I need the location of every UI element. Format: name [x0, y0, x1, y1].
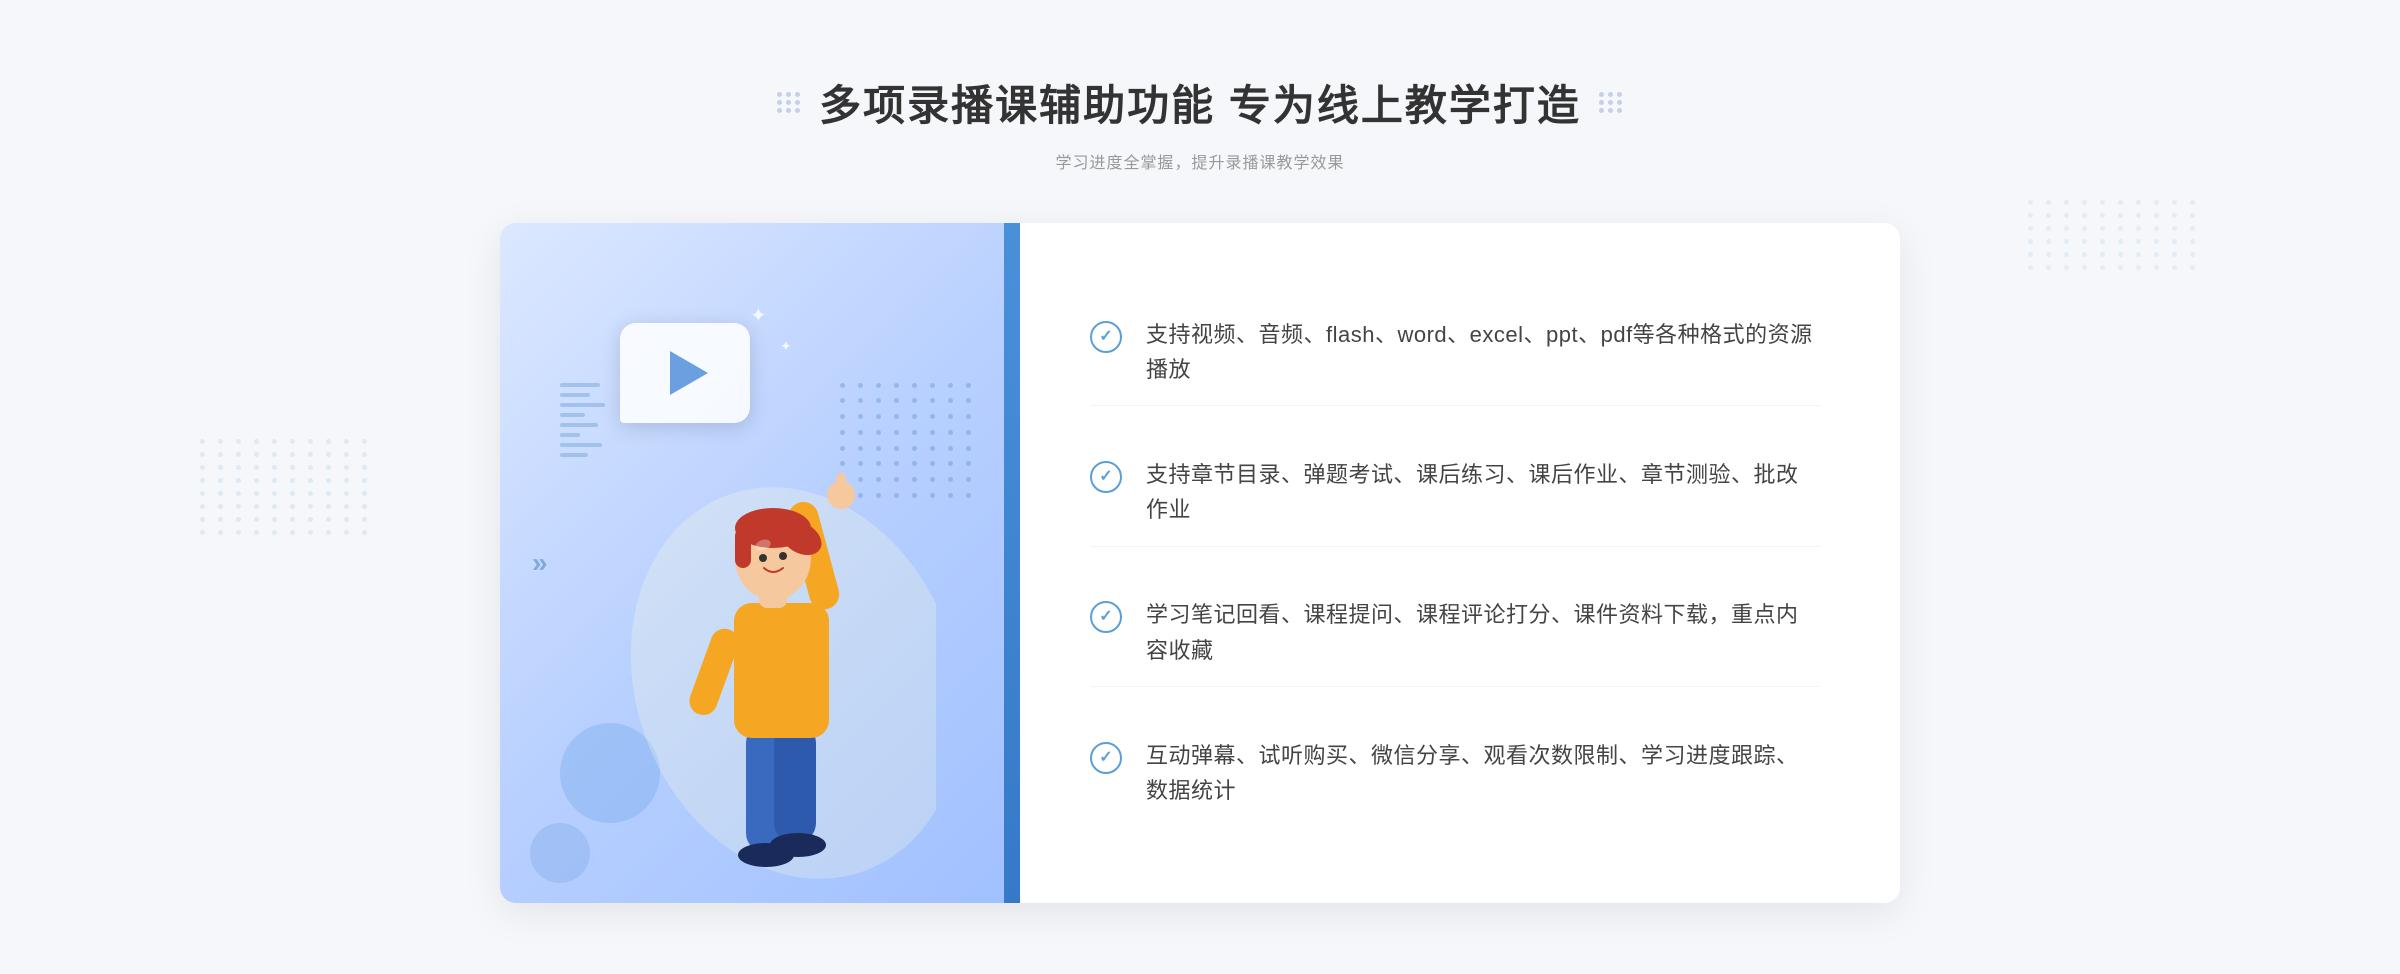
check-mark-3: ✓ [1099, 609, 1112, 625]
sparkle-icon-2: ✦ [780, 338, 792, 355]
title-row: 多项录播课辅助功能 专为线上教学打造 [777, 72, 1623, 133]
feature-item-4: ✓ 互动弹幕、试听购买、微信分享、观看次数限制、学习进度跟踪、数据统计 [1090, 720, 1820, 826]
main-container: 多项录播课辅助功能 专为线上教学打造 学习进度全掌握，提升录播课教学效果 [500, 12, 1900, 963]
dot-grid-right [1599, 92, 1623, 113]
check-mark-1: ✓ [1099, 329, 1112, 345]
page-wrapper: for(let i=0;i<80;i++) document.currentSc… [0, 0, 2400, 974]
check-icon-4: ✓ [1090, 742, 1122, 774]
check-icon-3: ✓ [1090, 601, 1122, 633]
bg-dots-right: for(let i=0;i<60;i++) document.currentSc… [2028, 200, 2200, 270]
blue-vertical-bar [1004, 223, 1020, 903]
chevron-left-icon: » [532, 547, 548, 579]
feature-item-3: ✓ 学习笔记回看、课程提问、课程评论打分、课件资料下载，重点内容收藏 [1090, 579, 1820, 686]
main-title: 多项录播课辅助功能 专为线上教学打造 [819, 72, 1581, 133]
check-mark-2: ✓ [1099, 469, 1112, 485]
feature-text-1: 支持视频、音频、flash、word、excel、ppt、pdf等各种格式的资源… [1146, 317, 1820, 387]
sparkle-icon-1: ✦ [750, 303, 767, 328]
check-mark-4: ✓ [1099, 750, 1112, 766]
features-area: ✓ 支持视频、音频、flash、word、excel、ppt、pdf等各种格式的… [1020, 223, 1900, 903]
person-illustration [616, 383, 936, 903]
header-section: 多项录播课辅助功能 专为线上教学打造 学习进度全掌握，提升录播课教学效果 [777, 72, 1623, 173]
dot-grid-left [777, 92, 801, 113]
feature-item-1: ✓ 支持视频、音频、flash、word、excel、ppt、pdf等各种格式的… [1090, 299, 1820, 406]
check-icon-2: ✓ [1090, 461, 1122, 493]
feature-item-2: ✓ 支持章节目录、弹题考试、课后练习、课后作业、章节测验、批改作业 [1090, 439, 1820, 546]
illustration-area: for(let i=0;i<64;i++) document.currentSc… [500, 223, 1020, 903]
feature-text-4: 互动弹幕、试听购买、微信分享、观看次数限制、学习进度跟踪、数据统计 [1146, 738, 1820, 808]
title-dots-right [1599, 92, 1623, 113]
bg-dots-left: for(let i=0;i<80;i++) document.currentSc… [200, 439, 372, 535]
subtitle: 学习进度全掌握，提升录播课教学效果 [1055, 149, 1344, 173]
title-dots-left [777, 92, 801, 113]
circle-decoration-2 [530, 823, 590, 883]
feature-text-3: 学习笔记回看、课程提问、课程评论打分、课件资料下载，重点内容收藏 [1146, 597, 1820, 667]
check-icon-1: ✓ [1090, 321, 1122, 353]
lines-decoration [560, 383, 610, 463]
content-area: for(let i=0;i<64;i++) document.currentSc… [500, 223, 1900, 903]
feature-text-2: 支持章节目录、弹题考试、课后练习、课后作业、章节测验、批改作业 [1146, 457, 1820, 527]
